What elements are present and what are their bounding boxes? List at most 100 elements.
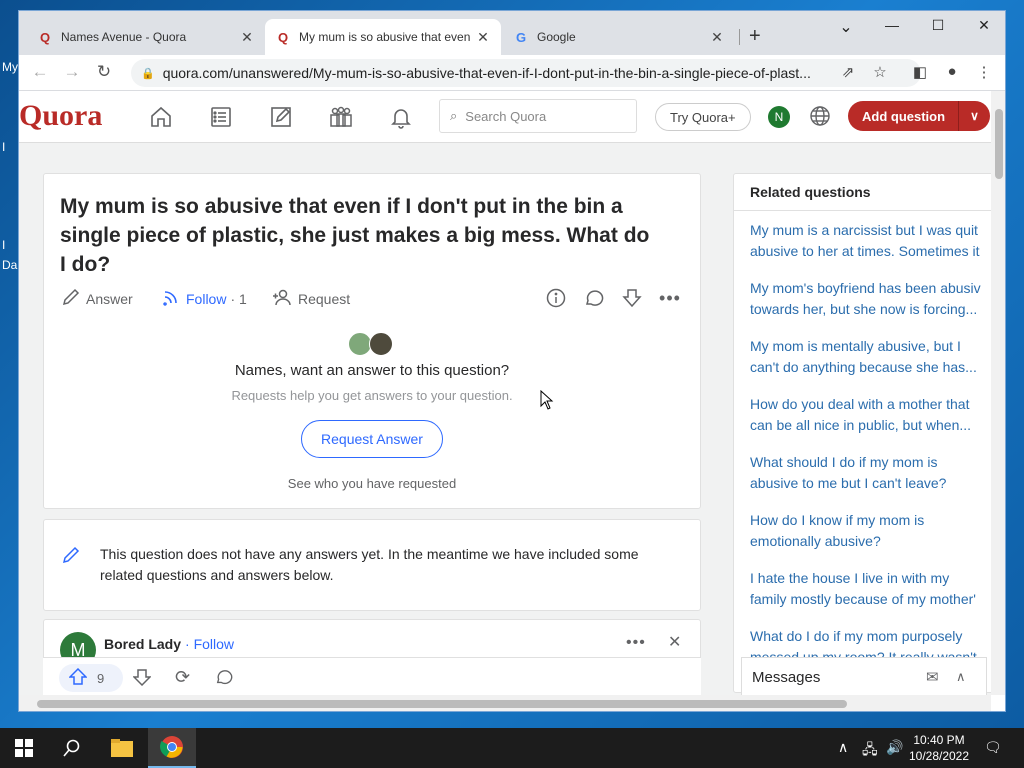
pencil-icon [62, 288, 80, 309]
comment-icon[interactable] [582, 286, 606, 310]
clock-date: 10/28/2022 [908, 749, 970, 763]
comment-icon[interactable] [215, 668, 233, 691]
minimize-button[interactable]: — [869, 17, 915, 33]
scrollbar-thumb[interactable] [37, 700, 847, 708]
request-action[interactable]: Request [272, 288, 350, 309]
forward-arrow-icon[interactable]: → [61, 62, 83, 82]
url-bar[interactable]: 🔒 quora.com/unanswered/My-mum-is-so-abus… [131, 59, 921, 87]
question-card: My mum is so abusive that even if I don'… [43, 173, 701, 509]
scrollbar-thumb[interactable] [995, 109, 1003, 179]
google-favicon-icon: G [515, 29, 527, 45]
related-question-link[interactable]: How do I know if my mom is [750, 510, 991, 531]
maximize-button[interactable]: ☐ [915, 17, 961, 34]
downvote-icon[interactable] [620, 286, 644, 310]
tab-strip: Q Names Avenue - Quora ✕ Q My mum is so … [19, 11, 1005, 55]
related-question-link[interactable]: How do you deal with a mother that [750, 394, 991, 415]
search-input[interactable]: ⌕ Search Quora [439, 99, 637, 133]
new-tab-button[interactable]: + [749, 25, 761, 48]
quora-favicon-icon: Q [277, 29, 289, 45]
globe-language-icon[interactable] [809, 105, 831, 132]
close-window-button[interactable]: ✕ [961, 17, 1005, 34]
messages-widget[interactable]: Messages ✉ ∧ [741, 657, 987, 695]
close-tab-icon[interactable]: ✕ [475, 29, 491, 46]
tab-search-chevron-icon[interactable]: ⌄ [823, 17, 869, 37]
related-question-link[interactable]: can be all nice in public, but when... [750, 415, 991, 436]
requester-avatars [348, 332, 393, 356]
upvote-button[interactable]: 9 [59, 664, 123, 692]
tab-google[interactable]: G Google ✕ [503, 19, 735, 55]
close-icon[interactable]: ✕ [668, 632, 681, 652]
side-panel-icon[interactable]: ◧ [909, 63, 931, 81]
related-question-link[interactable]: My mom is mentally abusive, but I [750, 336, 991, 357]
home-icon[interactable] [147, 103, 175, 131]
related-question-link[interactable]: can't do anything because she has... [750, 357, 991, 378]
related-question-link[interactable]: abusive to me but I can't leave? [750, 473, 991, 494]
tab-names-avenue[interactable]: Q Names Avenue - Quora ✕ [27, 19, 265, 55]
horizontal-scrollbar[interactable] [19, 695, 991, 711]
profile-icon[interactable]: ● [941, 63, 963, 80]
person-add-icon [272, 288, 292, 309]
related-question-link[interactable]: My mum is a narcissist but I was quit [750, 220, 991, 241]
request-prompt-title: Names, want an answer to this question? [234, 362, 510, 379]
network-icon[interactable]: 🖧 [862, 739, 878, 763]
chrome-taskbar-icon[interactable] [148, 728, 196, 768]
answer-edit-icon[interactable] [267, 103, 295, 131]
request-label: Request [298, 290, 351, 307]
chevron-up-icon[interactable]: ∧ [956, 669, 986, 685]
related-question-link[interactable]: I hate the house I live in with my [750, 568, 991, 589]
user-avatar[interactable]: N [768, 106, 790, 128]
related-question-link[interactable]: What should I do if my mom is [750, 452, 991, 473]
search-icon[interactable] [48, 728, 96, 768]
back-arrow-icon[interactable]: ← [29, 62, 51, 82]
tab-question[interactable]: Q My mum is so abusive that even ✕ [265, 19, 501, 55]
system-clock[interactable]: 10:40 PM 10/28/2022 [904, 732, 974, 764]
follow-author-link[interactable]: · Follow [185, 636, 234, 652]
more-options-icon[interactable]: ••• [626, 634, 646, 652]
reload-icon[interactable]: ↻ [93, 62, 115, 82]
more-options-icon[interactable]: ••• [658, 286, 682, 310]
share-reshare-icon[interactable]: ⟳ [175, 667, 190, 688]
quora-favicon-icon: Q [39, 29, 51, 45]
related-question-link[interactable]: emotionally abusive? [750, 531, 991, 552]
file-explorer-icon[interactable] [98, 728, 146, 768]
related-question-link[interactable]: What do I do if my mom purposely [750, 626, 991, 647]
search-icon: ⌕ [450, 108, 458, 123]
related-question-link[interactable]: abusive to her at times. Sometimes it [750, 241, 991, 262]
chevron-down-icon[interactable]: ∨ [959, 109, 990, 123]
author-line: Bored Lady · Follow [104, 636, 234, 652]
compose-message-icon[interactable]: ✉ [926, 668, 956, 686]
vertical-scrollbar[interactable] [991, 91, 1005, 695]
answer-action[interactable]: Answer [62, 288, 133, 309]
related-question-link[interactable]: My mom's boyfriend has been abusiv [750, 278, 991, 299]
see-requested-link[interactable]: See who you have requested [44, 476, 700, 491]
downvote-icon[interactable] [132, 668, 152, 691]
info-icon[interactable] [544, 286, 568, 310]
request-answer-button[interactable]: Request Answer [301, 420, 443, 458]
close-tab-icon[interactable]: ✕ [239, 29, 255, 46]
tab-title: Google [537, 30, 576, 44]
quora-page: Quora ⌕ Search Quora Try Quora+ N Add qu… [19, 91, 991, 695]
add-question-button[interactable]: Add question ∨ [848, 101, 990, 131]
notifications-icon[interactable]: 🗨 [984, 739, 1002, 756]
windows-start-icon[interactable] [0, 728, 48, 768]
avatar [369, 332, 393, 356]
answer-label: Answer [86, 290, 133, 307]
quora-logo[interactable]: Quora [19, 99, 102, 133]
follow-rss-icon [162, 288, 180, 309]
chevron-up-icon[interactable]: ∧ [838, 739, 848, 756]
author-name[interactable]: Bored Lady [104, 636, 181, 652]
following-icon[interactable] [207, 103, 235, 131]
bookmark-star-icon[interactable]: ☆ [869, 63, 891, 81]
spaces-icon[interactable] [327, 103, 355, 131]
related-question-link[interactable]: towards her, but she now is forcing... [750, 299, 991, 320]
related-question-link[interactable]: family mostly because of my mother' [750, 589, 991, 610]
share-icon[interactable]: ⇗ [837, 63, 859, 81]
volume-icon[interactable]: 🔊 [886, 739, 903, 756]
browser-menu-icon[interactable]: ⋮ [973, 63, 995, 81]
lock-icon: 🔒 [141, 67, 155, 80]
try-quora-plus-button[interactable]: Try Quora+ [655, 103, 751, 131]
browser-window: Q Names Avenue - Quora ✕ Q My mum is so … [18, 10, 1006, 712]
follow-action[interactable]: Follow · 1 [162, 288, 247, 309]
close-tab-icon[interactable]: ✕ [709, 29, 725, 46]
notifications-bell-icon[interactable] [387, 103, 415, 131]
